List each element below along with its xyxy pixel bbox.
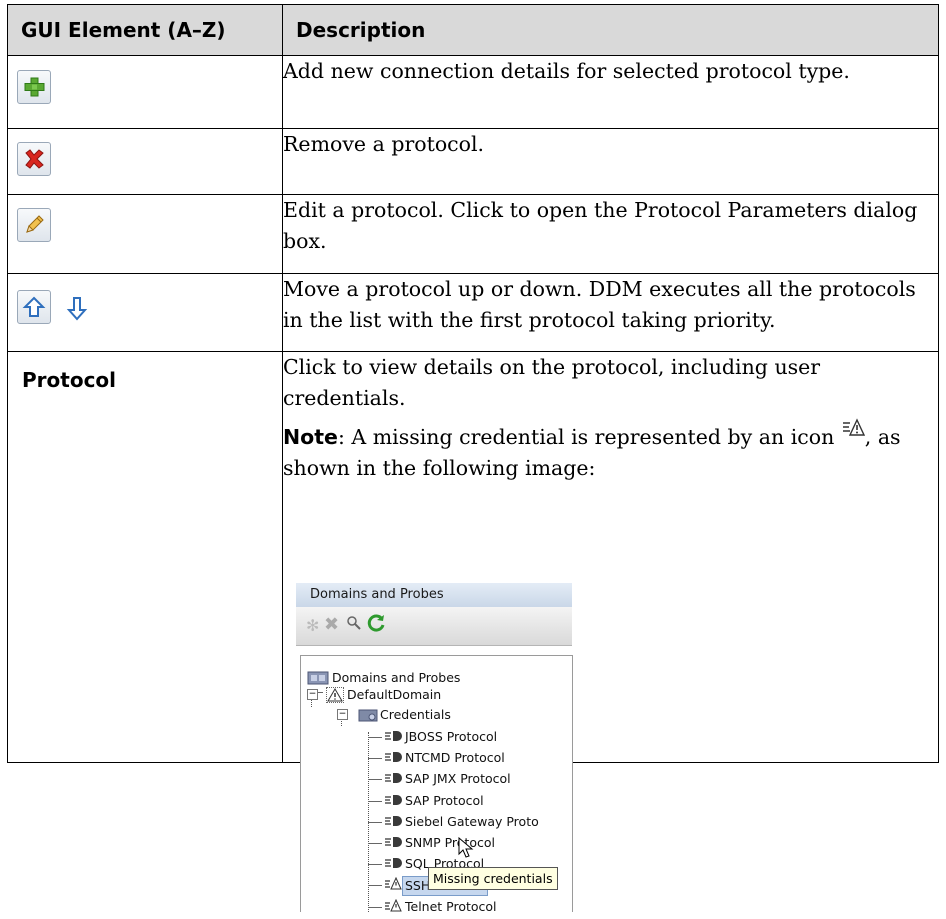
header-gui-element: GUI Element (A–Z) (7, 4, 283, 56)
row-description: Click to view details on the protocol, i… (283, 355, 821, 410)
tree-protocol-item[interactable]: SAP Protocol (405, 792, 484, 810)
credentials-folder-icon (358, 707, 378, 725)
protocol-icon (384, 771, 402, 789)
note-label: Note (283, 425, 338, 449)
protocol-icon (384, 814, 402, 832)
mouse-cursor-icon (458, 836, 474, 862)
row-description: Add new connection details for selected … (283, 59, 850, 83)
collapse-credentials-button[interactable]: − (337, 709, 348, 720)
tree-protocol-item[interactable]: SAP JMX Protocol (405, 770, 511, 788)
tree-root[interactable]: Domains and Probes (332, 669, 460, 687)
tree-protocol-item[interactable]: Telnet Protocol (405, 898, 497, 912)
table-row: Edit a protocol. Click to open the Proto… (7, 194, 939, 274)
domains-probes-screenshot: Domains and Probes ✻ ✖ Domains and Probe… (296, 583, 573, 912)
warning-icon (326, 687, 344, 703)
edit-pencil-icon (17, 208, 51, 242)
missing-credential-icon (841, 416, 865, 447)
tree-protocol-item[interactable]: SNMP Protocol (405, 834, 495, 852)
remove-icon (17, 142, 51, 176)
tree-domain[interactable]: DefaultDomain (347, 686, 441, 704)
refresh-icon (366, 613, 386, 636)
collapse-domain-button[interactable]: − (307, 689, 318, 700)
missing-credentials-tooltip: Missing credentials (428, 867, 558, 890)
row-label: Protocol (22, 368, 117, 392)
delete-icon: ✖ (324, 614, 340, 635)
add-icon (17, 70, 51, 104)
tree-protocol-item[interactable]: JBOSS Protocol (405, 728, 497, 746)
protocol-icon (384, 793, 402, 811)
tree-root-icon (307, 670, 329, 688)
protocol-icon (384, 750, 402, 768)
protocol-icon (384, 856, 402, 874)
header-description: Description (282, 4, 939, 56)
move-down-icon (66, 295, 88, 325)
table-row: Remove a protocol. (7, 128, 939, 195)
move-up-icon (17, 290, 51, 324)
missing-credential-icon (384, 898, 402, 912)
tree-protocol-item[interactable]: Siebel Gateway Proto (405, 813, 539, 831)
row-description: Remove a protocol. (283, 132, 485, 156)
panel-toolbar: ✻ ✖ (296, 607, 572, 646)
note-paragraph: Note: A missing credential is represente… (283, 418, 938, 484)
table-row: Move a protocol up or down. DDM executes… (7, 273, 939, 352)
row-description: Move a protocol up or down. DDM executes… (283, 277, 916, 332)
tree-protocol-item[interactable]: NTCMD Protocol (405, 749, 505, 767)
table-row: Add new connection details for selected … (7, 55, 939, 129)
table-header-row: GUI Element (A–Z) Description (7, 4, 939, 56)
row-description: Edit a protocol. Click to open the Proto… (283, 198, 918, 253)
tree-credentials[interactable]: Credentials (380, 706, 451, 724)
note-text: : A missing credential is represented by… (337, 425, 841, 449)
protocol-icon (384, 729, 402, 747)
protocol-icon (384, 835, 402, 853)
search-icon (346, 615, 362, 634)
panel-title: Domains and Probes (296, 583, 572, 607)
new-icon: ✻ (306, 616, 320, 635)
missing-credential-icon (384, 877, 402, 895)
